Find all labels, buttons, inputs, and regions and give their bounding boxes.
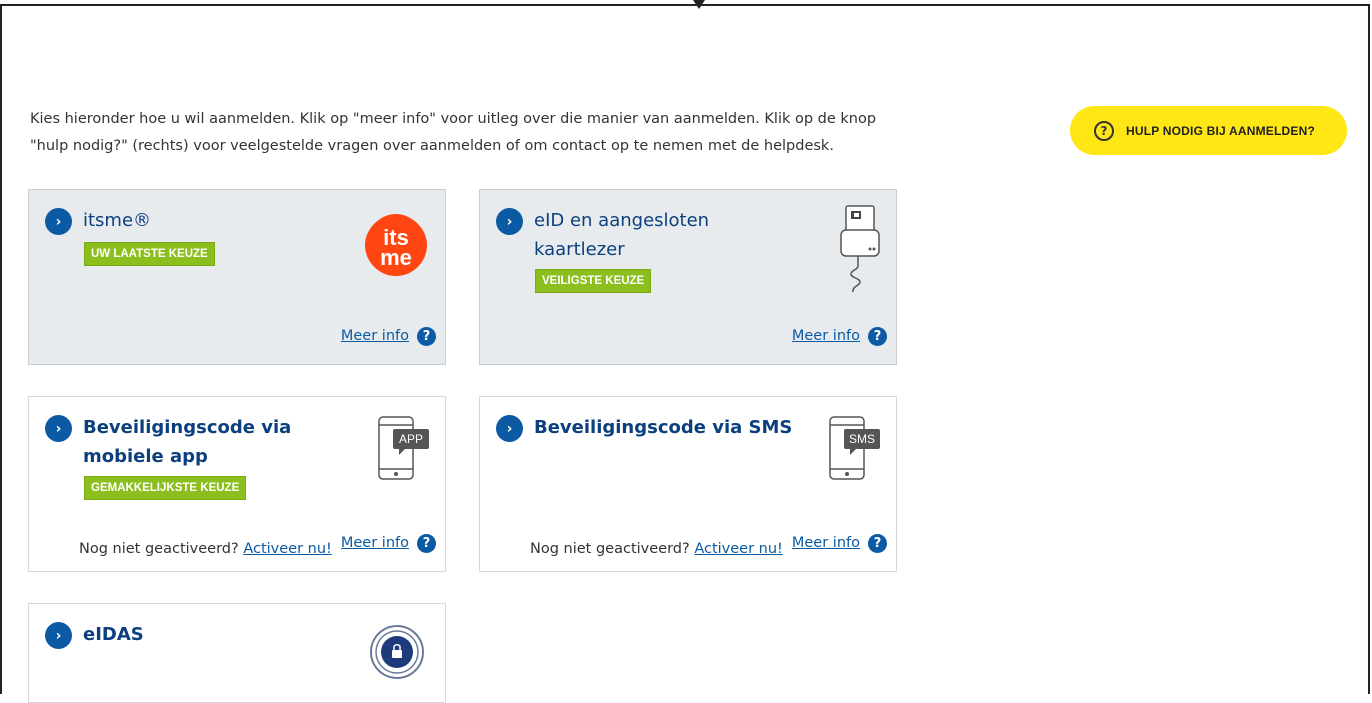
card-title: itsme® — [83, 210, 152, 231]
chevron-right-icon: › — [496, 415, 523, 442]
meer-info-link[interactable]: Meer info — [341, 535, 409, 551]
svg-text:APP: APP — [399, 432, 423, 446]
chevron-right-icon: › — [45, 415, 72, 442]
activation-prompt: Nog niet geactiveerd? Activeer nu! — [79, 541, 332, 557]
help-circle-icon[interactable]: ? — [868, 327, 887, 346]
login-option-itsme[interactable]: › itsme® UW LAATSTE KEUZE its me Meer in… — [28, 189, 446, 365]
status-badge: GEMAKKELIJKSTE KEUZE — [84, 476, 247, 500]
help-circle-icon[interactable]: ? — [417, 534, 436, 553]
card-title: Beveiligingscode via SMS — [534, 417, 793, 438]
chevron-right-icon: › — [496, 208, 523, 235]
login-option-eid[interactable]: › eID en aangesloten kaartlezer VEILIGST… — [479, 189, 897, 365]
card-reader-icon — [836, 204, 886, 299]
status-badge: UW LAATSTE KEUZE — [84, 242, 215, 266]
help-button[interactable]: ? HULP NODIG BIJ AANMELDEN? — [1070, 106, 1347, 155]
itsme-logo-icon: its me — [363, 212, 429, 278]
login-option-sms[interactable]: › Beveiligingscode via SMS SMS Nog niet … — [479, 396, 897, 572]
intro-text: Kies hieronder hoe u wil aanmelden. Klik… — [30, 111, 877, 154]
activate-now-link[interactable]: Activeer nu! — [694, 541, 783, 557]
help-circle-icon[interactable]: ? — [868, 534, 887, 553]
login-option-eidas[interactable]: › eIDAS — [28, 603, 446, 703]
status-badge: VEILIGSTE KEUZE — [535, 269, 652, 293]
chevron-right-icon: › — [45, 208, 72, 235]
meer-info-link[interactable]: Meer info — [792, 535, 860, 551]
card-title: eID en aangesloten kaartlezer — [534, 210, 710, 260]
question-icon: ? — [1094, 120, 1114, 141]
meer-info-link[interactable]: Meer info — [792, 328, 860, 344]
not-activated-text: Nog niet geactiveerd? — [530, 541, 690, 557]
card-title: Beveiligingscode via mobiele app — [83, 417, 292, 467]
activate-now-link[interactable]: Activeer nu! — [243, 541, 332, 557]
svg-text:SMS: SMS — [849, 432, 875, 446]
help-circle-icon[interactable]: ? — [417, 327, 436, 346]
activation-prompt: Nog niet geactiveerd? Activeer nu! — [530, 541, 783, 557]
card-title: eIDAS — [83, 624, 144, 645]
eidas-seal-icon — [369, 624, 425, 680]
not-activated-text: Nog niet geactiveerd? — [79, 541, 239, 557]
chevron-right-icon: › — [45, 622, 72, 649]
phone-sms-icon: SMS — [828, 415, 884, 483]
login-option-mobile-app[interactable]: › Beveiligingscode via mobiele app GEMAK… — [28, 396, 446, 572]
help-button-label: HULP NODIG BIJ AANMELDEN? — [1126, 123, 1316, 138]
svg-text:me: me — [380, 245, 412, 270]
meer-info-link[interactable]: Meer info — [341, 328, 409, 344]
phone-app-icon: APP — [377, 415, 433, 483]
